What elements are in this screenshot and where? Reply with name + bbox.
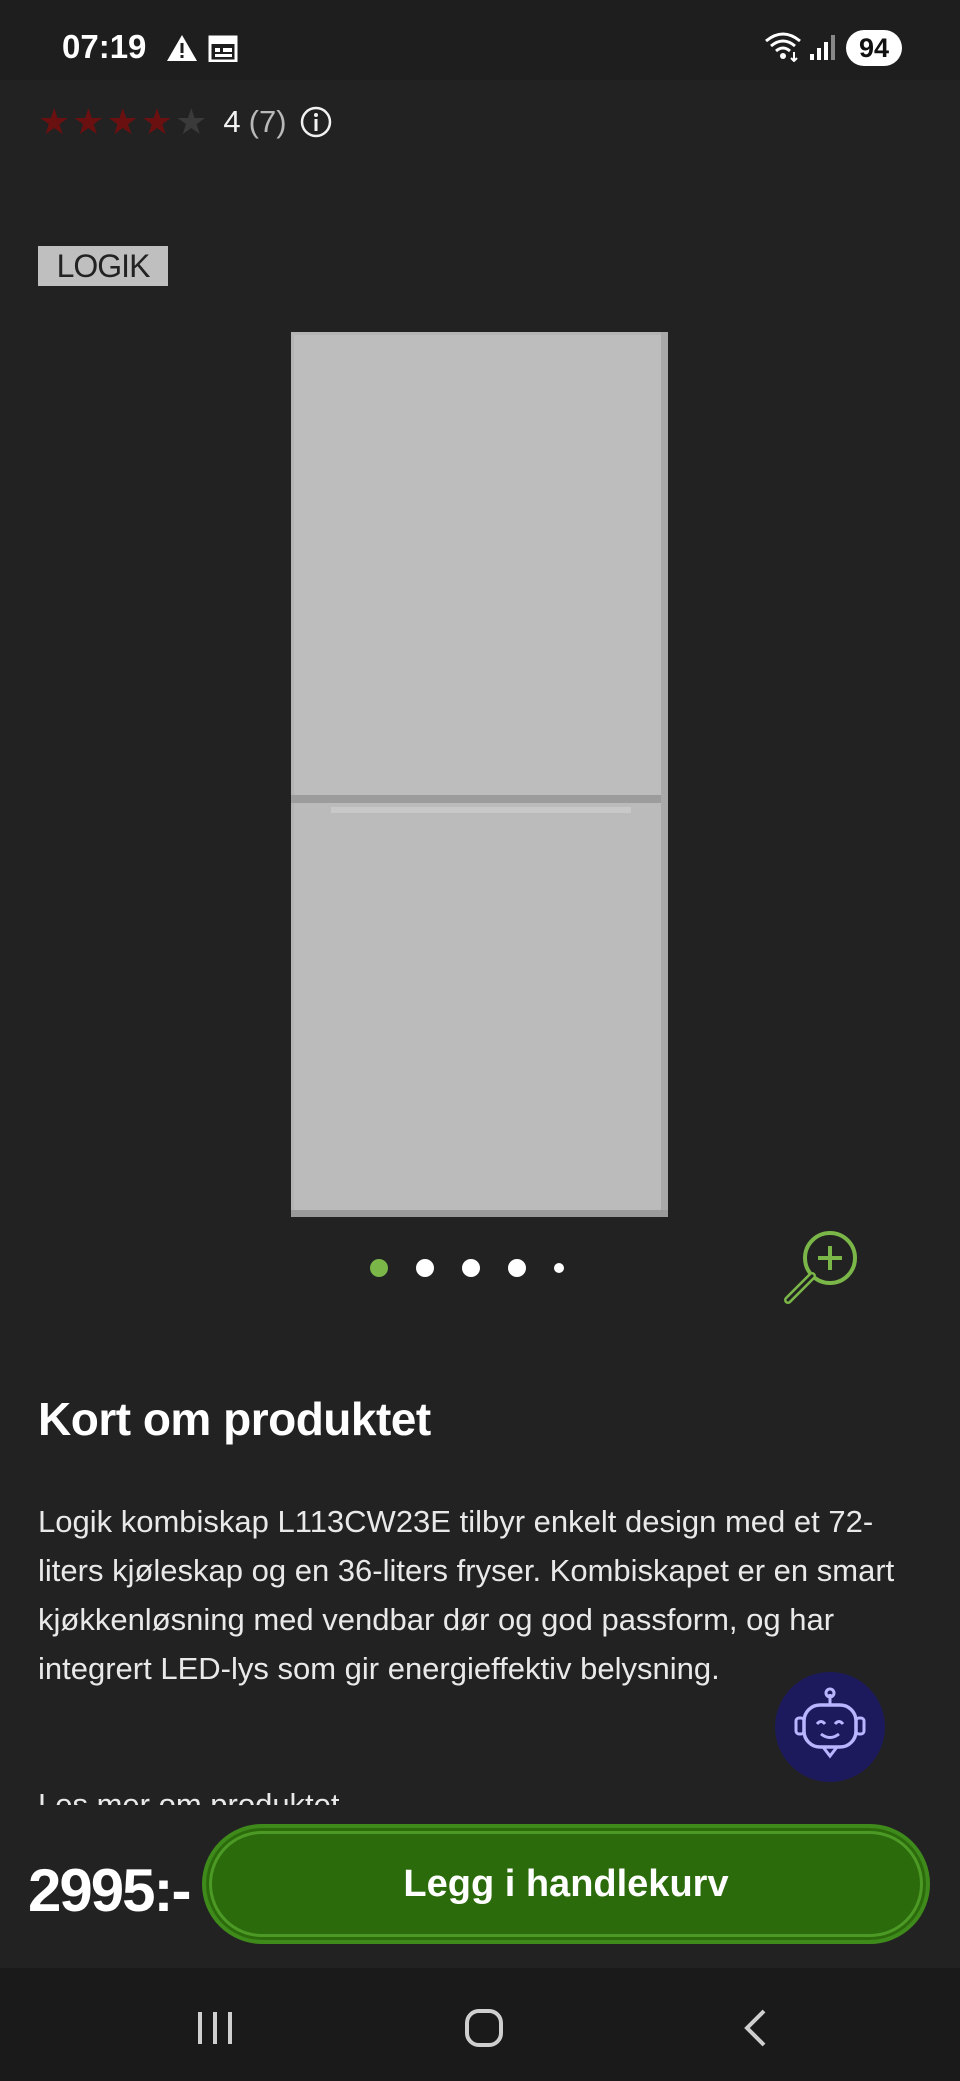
rating-value: 4 [223, 104, 241, 139]
carousel-dot[interactable] [554, 1263, 564, 1273]
status-bar: 07:19 94 [0, 0, 960, 80]
image-carousel-dots [370, 1255, 592, 1281]
status-time: 07:19 [62, 28, 147, 65]
chatbot-button[interactable] [775, 1672, 885, 1782]
carousel-dot[interactable] [462, 1259, 480, 1277]
product-rating[interactable]: ★ ★ ★ ★ ★ 4 (7) [38, 100, 333, 144]
carousel-dot[interactable] [370, 1259, 388, 1277]
warning-icon [167, 35, 197, 61]
signal-icon [810, 35, 835, 60]
back-icon[interactable] [742, 2008, 768, 2048]
product-description: Logik kombiskap L113CW23E tilbyr enkelt … [38, 1504, 895, 1686]
star-icon: ★ [140, 101, 174, 142]
battery-indicator: 94 [846, 30, 902, 66]
calendar-icon [208, 35, 238, 62]
wifi-icon [765, 32, 801, 62]
add-to-cart-button[interactable]: Legg i handlekurv [202, 1824, 930, 1944]
star-icon: ★ [106, 101, 139, 142]
zoom-in-icon[interactable] [780, 1226, 864, 1310]
home-icon[interactable] [464, 2008, 504, 2048]
star-icon: ★ [38, 101, 71, 142]
carousel-dot[interactable] [508, 1259, 526, 1277]
product-image[interactable] [291, 332, 668, 1217]
recent-apps-icon[interactable] [196, 2010, 236, 2046]
section-title: Kort om produktet [38, 1393, 431, 1445]
read-more-link[interactable]: Les mer om produktet [38, 1785, 340, 1805]
robot-icon [794, 1687, 866, 1759]
price: 2995:- [28, 1857, 191, 1924]
star-icon: ★ [175, 101, 208, 142]
info-icon[interactable] [299, 105, 333, 139]
rating-count: (7) [248, 104, 287, 139]
carousel-dot[interactable] [416, 1259, 434, 1277]
brand-logo[interactable]: LOGIK [38, 246, 168, 286]
star-icon: ★ [72, 101, 105, 142]
